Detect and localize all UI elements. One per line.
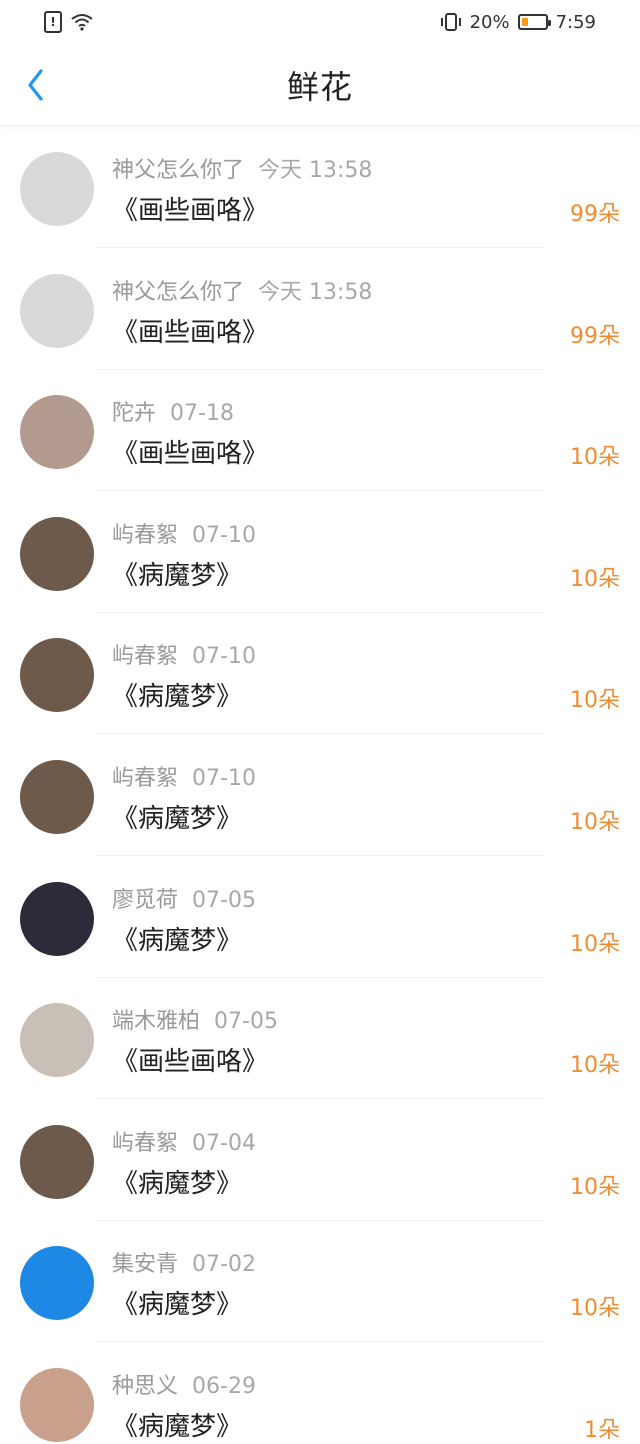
list-item[interactable]: 集安青 07-02 《病魔梦》 10朵 xyxy=(0,1200,640,1343)
flower-count: 10朵 xyxy=(570,1296,620,1322)
list-item[interactable]: 屿春絮 07-10 《病魔梦》 10朵 xyxy=(0,714,640,856)
avatar[interactable] xyxy=(20,516,94,591)
avatar[interactable] xyxy=(20,1003,94,1078)
flower-count: 10朵 xyxy=(570,445,620,471)
work-title: 《病魔梦》 xyxy=(112,1168,243,1199)
list-item[interactable]: 神父怎么你了 今天 13:58 《画些画咯》 99朵 xyxy=(0,228,640,370)
user-name: 屿春絮 xyxy=(112,765,179,791)
timestamp: 今天 13:58 xyxy=(258,158,373,183)
item-meta: 屿春絮 07-10 xyxy=(112,517,256,549)
user-name: 集安青 xyxy=(112,1252,179,1278)
user-name: 端木雅柏 xyxy=(112,1009,201,1035)
avatar[interactable] xyxy=(20,881,94,956)
chevron-left-icon xyxy=(28,69,43,101)
page-title: 鲜花 xyxy=(286,67,353,106)
work-title: 《画些画咯》 xyxy=(112,1047,269,1078)
vibrate-icon xyxy=(440,13,461,31)
battery-icon xyxy=(517,14,551,30)
flower-count: 10朵 xyxy=(570,566,620,592)
user-name: 神父怎么你了 xyxy=(112,279,245,305)
user-name: 陀卉 xyxy=(112,401,157,427)
list-item[interactable]: 端木雅柏 07-05 《画些画咯》 10朵 xyxy=(0,957,640,1100)
timestamp: 07-05 xyxy=(214,1009,278,1035)
avatar[interactable] xyxy=(20,638,94,713)
wifi-icon xyxy=(71,14,93,31)
work-title: 《画些画咯》 xyxy=(112,196,269,226)
item-meta: 屿春絮 07-10 xyxy=(112,638,256,670)
list-item[interactable]: 屿春絮 07-10 《病魔梦》 10朵 xyxy=(0,592,640,735)
flower-count: 10朵 xyxy=(570,1053,620,1079)
user-name: 屿春絮 xyxy=(112,522,179,548)
timestamp: 今天 13:58 xyxy=(258,279,373,305)
avatar[interactable] xyxy=(20,395,94,470)
item-meta: 集安青 07-02 xyxy=(112,1246,256,1278)
work-title: 《病魔梦》 xyxy=(112,560,243,591)
back-button[interactable] xyxy=(14,63,58,107)
flower-list: 神父怎么你了 今天 13:58 《画些画咯》 99朵 神父怎么你了 今天 13:58… xyxy=(0,106,640,1444)
item-meta: 屿春絮 07-04 xyxy=(112,1125,256,1157)
avatar[interactable] xyxy=(20,152,94,226)
work-title: 《画些画咯》 xyxy=(112,317,269,348)
list-item[interactable]: 屿春絮 07-10 《病魔梦》 10朵 xyxy=(0,471,640,613)
flower-count: 99朵 xyxy=(570,323,620,349)
timestamp: 07-05 xyxy=(192,887,256,913)
timestamp: 07-10 xyxy=(192,522,256,548)
list-item[interactable]: 种思义 06-29 《病魔梦》 1朵 xyxy=(0,1322,640,1444)
flower-count: 10朵 xyxy=(570,1174,620,1200)
work-title: 《病魔梦》 xyxy=(112,682,243,713)
user-name: 屿春絮 xyxy=(112,644,179,670)
timestamp: 07-02 xyxy=(192,1252,256,1278)
list-item[interactable]: 廖觅荷 07-05 《病魔梦》 10朵 xyxy=(0,836,640,978)
timestamp: 07-18 xyxy=(170,401,234,427)
avatar[interactable] xyxy=(20,1246,94,1321)
work-title: 《病魔梦》 xyxy=(112,803,243,834)
timestamp: 07-04 xyxy=(192,1130,256,1156)
flower-count: 10朵 xyxy=(570,688,620,714)
user-name: 神父怎么你了 xyxy=(112,158,245,183)
item-meta: 种思义 06-29 xyxy=(112,1368,256,1400)
avatar[interactable] xyxy=(20,273,94,348)
flower-count: 1朵 xyxy=(584,1417,620,1443)
work-title: 《病魔梦》 xyxy=(112,1290,243,1321)
item-meta: 端木雅柏 07-05 xyxy=(112,1003,278,1035)
timestamp: 07-10 xyxy=(192,765,256,791)
flower-count: 10朵 xyxy=(570,809,620,835)
item-meta: 神父怎么你了 今天 13:58 xyxy=(112,152,372,184)
battery-percent: 20% xyxy=(469,11,510,33)
timestamp: 06-29 xyxy=(192,1373,256,1399)
sim-alert-icon: ! xyxy=(44,11,62,33)
item-meta: 廖觅荷 07-05 xyxy=(112,882,256,914)
work-title: 《画些画咯》 xyxy=(112,439,269,470)
work-title: 《病魔梦》 xyxy=(112,1411,243,1442)
list-item[interactable]: 屿春絮 07-04 《病魔梦》 10朵 xyxy=(0,1079,640,1221)
avatar[interactable] xyxy=(20,759,94,834)
list-item[interactable]: 陀卉 07-18 《画些画咯》 10朵 xyxy=(0,349,640,492)
item-meta: 陀卉 07-18 xyxy=(112,395,234,427)
status-bar: ! 20% 7:59 xyxy=(0,0,640,44)
item-meta: 屿春絮 07-10 xyxy=(112,760,256,792)
list-item[interactable]: 神父怎么你了 今天 13:58 《画些画咯》 99朵 xyxy=(0,106,640,248)
user-name: 屿春絮 xyxy=(112,1130,179,1156)
item-meta: 神父怎么你了 今天 13:58 xyxy=(112,274,372,306)
clock: 7:59 xyxy=(555,11,596,33)
work-title: 《病魔梦》 xyxy=(112,925,243,956)
user-name: 廖觅荷 xyxy=(112,887,179,913)
user-name: 种思义 xyxy=(112,1373,179,1399)
avatar[interactable] xyxy=(20,1124,94,1199)
timestamp: 07-10 xyxy=(192,644,256,670)
flower-count: 99朵 xyxy=(570,202,620,227)
avatar[interactable] xyxy=(20,1367,94,1442)
flower-count: 10朵 xyxy=(570,931,620,957)
